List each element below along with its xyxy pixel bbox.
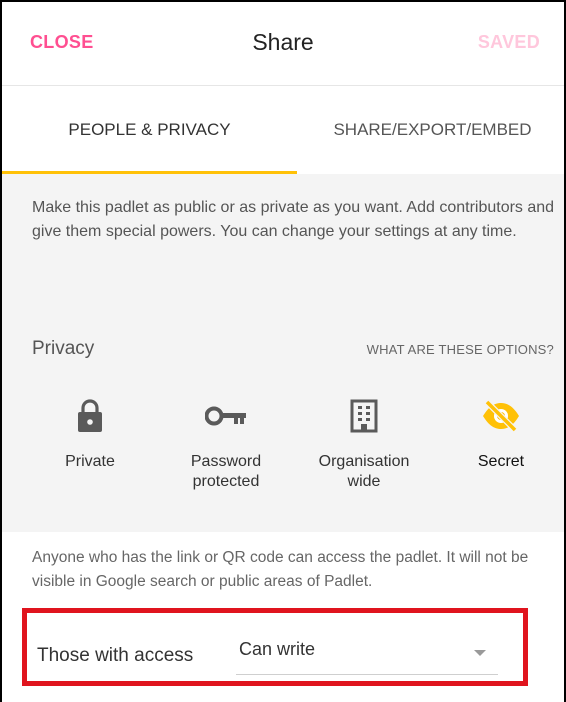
building-icon <box>299 390 429 442</box>
privacy-option-private[interactable]: Private <box>25 390 155 472</box>
access-permission-select[interactable]: Can write <box>236 635 498 675</box>
privacy-option-organisation[interactable]: Organisation wide <box>299 390 429 492</box>
tab-bar: PEOPLE & PRIVACY SHARE/EXPORT/EMBED <box>2 86 564 174</box>
access-value: Can write <box>239 639 316 659</box>
what-are-these-options-link[interactable]: WHAT ARE THESE OPTIONS? <box>367 342 554 357</box>
privacy-option-label: Organisation wide <box>318 453 410 490</box>
privacy-option-password[interactable]: Password protected <box>161 390 291 492</box>
privacy-option-label: Secret <box>477 453 525 470</box>
lock-icon <box>25 390 155 442</box>
tab-share-export-embed[interactable]: SHARE/EXPORT/EMBED <box>297 86 564 174</box>
access-setting-highlight: Those with access Can write <box>22 608 528 686</box>
tab-people-privacy[interactable]: PEOPLE & PRIVACY <box>2 86 297 174</box>
access-label: Those with access <box>37 645 194 666</box>
share-dialog: CLOSE Share SAVED PEOPLE & PRIVACY SHARE… <box>0 0 566 702</box>
key-icon <box>161 390 291 442</box>
privacy-info-text: Anyone who has the link or QR code can a… <box>32 549 529 590</box>
dialog-header: CLOSE Share SAVED <box>2 2 564 86</box>
chevron-down-icon <box>474 650 486 656</box>
privacy-description: Make this padlet as public or as private… <box>32 199 555 240</box>
privacy-section: Make this padlet as public or as private… <box>2 174 564 532</box>
tab-label: PEOPLE & PRIVACY <box>68 120 231 139</box>
privacy-heading: Privacy <box>32 338 95 359</box>
privacy-option-label: Password protected <box>190 453 262 490</box>
privacy-option-secret[interactable]: Secret <box>436 390 564 472</box>
eye-off-icon <box>436 390 564 442</box>
privacy-option-label: Private <box>65 453 115 470</box>
tab-label: SHARE/EXPORT/EMBED <box>333 120 532 139</box>
saved-button: SAVED <box>477 32 540 52</box>
